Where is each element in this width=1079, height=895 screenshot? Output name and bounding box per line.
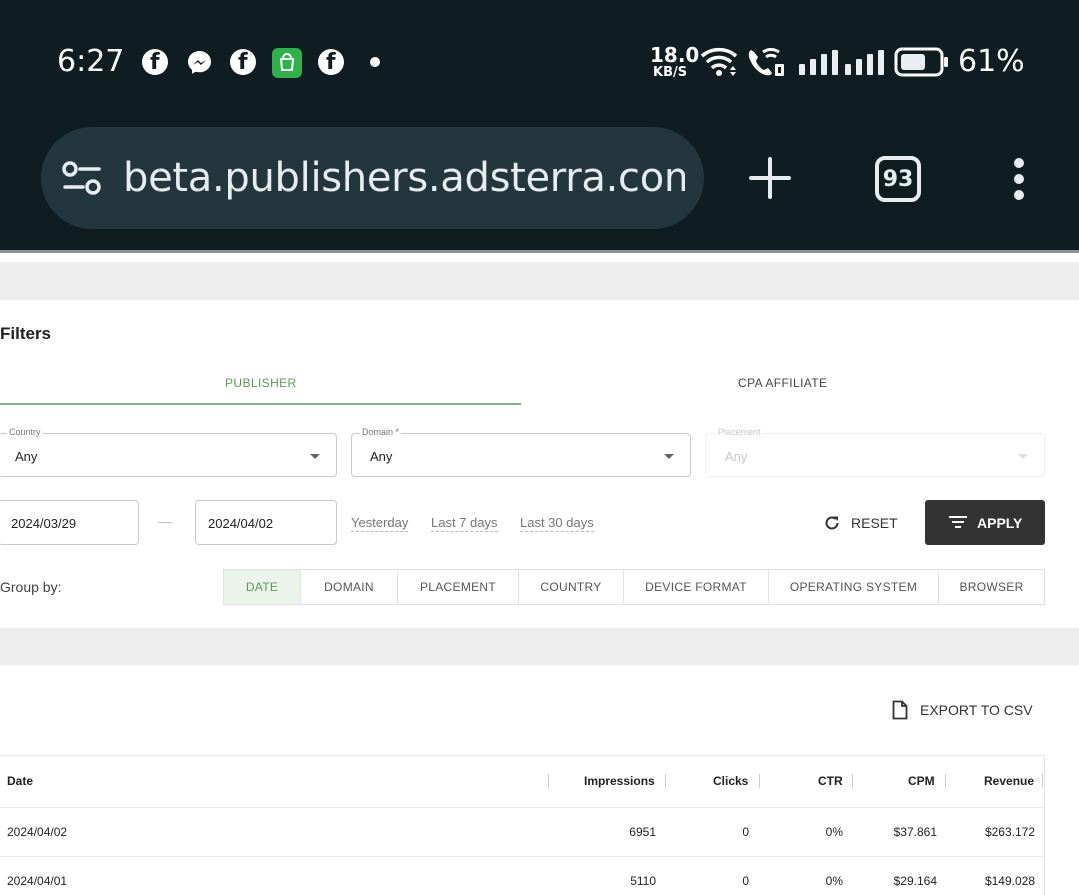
- placement-select: Placement Any: [705, 427, 1045, 477]
- tab-switcher-button[interactable]: 93: [875, 156, 921, 202]
- file-icon: [892, 700, 908, 720]
- column-header-revenue[interactable]: Revenue: [984, 774, 1034, 788]
- group-by-country[interactable]: COUNTRY: [518, 569, 624, 605]
- country-value: Any: [15, 449, 38, 464]
- placement-label: Placement: [716, 427, 763, 437]
- chevron-down-icon: [310, 454, 320, 459]
- battery-percentage: 61%: [958, 44, 1025, 79]
- date-to-value: 2024/04/02: [208, 516, 274, 531]
- filters-title: Filters: [0, 324, 52, 343]
- status-time: 6:27: [57, 44, 125, 79]
- battery-icon: [894, 47, 950, 77]
- refresh-icon: [824, 515, 840, 531]
- status-bar: 6:27 f f f 18.0 KB/S 61%: [0, 0, 1079, 120]
- report-table: [0, 755, 1045, 895]
- column-resize-handle[interactable]: [665, 774, 666, 788]
- filter-icon: [949, 515, 967, 529]
- cell-clicks: 0: [742, 825, 749, 839]
- group-by-operating-system[interactable]: OPERATING SYSTEM: [768, 569, 939, 605]
- cell-date: 2024/04/01: [7, 874, 68, 888]
- facebook-icon: f: [230, 49, 256, 75]
- domain-label: Domain *: [360, 427, 402, 437]
- apply-label: APPLY: [977, 515, 1023, 531]
- column-resize-handle[interactable]: [852, 774, 853, 788]
- tab-count: 93: [882, 166, 914, 192]
- tab-active-indicator: [0, 403, 521, 405]
- domain-value: Any: [370, 449, 393, 464]
- column-resize-handle[interactable]: [548, 774, 549, 788]
- group-by-device-format[interactable]: DEVICE FORMAT: [623, 569, 769, 605]
- toolbar-divider: [0, 250, 1079, 253]
- app-store-icon: [272, 48, 302, 78]
- cell-revenue: $263.172: [984, 825, 1035, 839]
- url-text[interactable]: beta.publishers.adsterra.com/s: [123, 155, 685, 201]
- wifi-calling-icon: [745, 46, 787, 78]
- country-label: Country: [7, 427, 43, 437]
- cell-impressions: 6951: [629, 825, 656, 839]
- notification-dot-icon: [370, 57, 380, 67]
- cell-ctr: 0%: [825, 874, 843, 888]
- more-options-icon[interactable]: [1012, 157, 1026, 201]
- cell-date: 2024/04/02: [7, 825, 68, 839]
- cell-ctr: 0%: [825, 825, 843, 839]
- domain-select[interactable]: Domain * Any: [351, 427, 691, 477]
- chevron-down-icon: [1018, 454, 1028, 459]
- export-csv-label: EXPORT TO CSV: [920, 702, 1033, 718]
- export-csv-button[interactable]: EXPORT TO CSV: [890, 698, 1035, 722]
- group-by-domain[interactable]: DOMAIN: [300, 569, 398, 605]
- column-header-cpm[interactable]: CPM: [908, 774, 935, 788]
- country-select[interactable]: Country Any: [0, 427, 337, 477]
- wifi-icon: [700, 46, 740, 78]
- tab-publisher[interactable]: PUBLISHER: [225, 376, 297, 390]
- date-from-value: 2024/03/29: [11, 516, 77, 531]
- group-by-label: Group by:: [0, 579, 62, 595]
- facebook-icon: f: [318, 49, 344, 75]
- quick-range-yesterday[interactable]: Yesterday: [351, 515, 409, 532]
- section-spacer: [0, 628, 1079, 665]
- group-by-placement[interactable]: PLACEMENT: [397, 569, 519, 605]
- network-speed-value: 18.0: [650, 43, 700, 67]
- quick-range-last-30-days[interactable]: Last 30 days: [520, 515, 594, 532]
- reset-button[interactable]: RESET: [820, 510, 910, 536]
- chevron-down-icon: [664, 454, 674, 459]
- new-tab-button[interactable]: [748, 156, 792, 200]
- column-header-impressions[interactable]: Impressions: [584, 774, 655, 788]
- address-bar[interactable]: beta.publishers.adsterra.com/s: [41, 127, 704, 229]
- reset-label: RESET: [851, 515, 898, 531]
- messenger-icon: [186, 49, 213, 76]
- facebook-icon: f: [142, 49, 168, 75]
- table-row-divider: [0, 856, 1044, 857]
- cell-cpm: $37.861: [893, 825, 937, 839]
- group-by-date[interactable]: DATE: [223, 569, 301, 605]
- placement-value: Any: [725, 449, 748, 464]
- column-header-clicks[interactable]: Clicks: [713, 774, 748, 788]
- column-header-ctr[interactable]: CTR: [818, 774, 843, 788]
- date-to-input[interactable]: 2024/04/02: [195, 500, 337, 545]
- date-range-separator: —: [158, 513, 172, 529]
- table-row-divider: [0, 807, 1044, 808]
- cell-impressions: 5110: [630, 874, 656, 888]
- cell-revenue: $149.028: [984, 874, 1035, 888]
- section-spacer: [0, 262, 1079, 300]
- quick-range-last-7-days[interactable]: Last 7 days: [431, 515, 498, 532]
- apply-button[interactable]: APPLY: [925, 500, 1045, 545]
- column-header-date[interactable]: Date: [7, 774, 33, 788]
- column-resize-handle[interactable]: [1042, 774, 1043, 788]
- tab-cpa-affiliate[interactable]: CPA AFFILIATE: [738, 376, 827, 390]
- network-speed-unit: KB/S: [653, 65, 688, 80]
- column-resize-handle[interactable]: [945, 774, 946, 788]
- site-settings-icon[interactable]: [61, 160, 103, 198]
- date-from-input[interactable]: 2024/03/29: [0, 500, 139, 545]
- cell-clicks: 0: [742, 874, 749, 888]
- group-by-browser[interactable]: BROWSER: [938, 569, 1045, 605]
- column-resize-handle[interactable]: [759, 774, 760, 788]
- cell-cpm: $29.164: [893, 874, 937, 888]
